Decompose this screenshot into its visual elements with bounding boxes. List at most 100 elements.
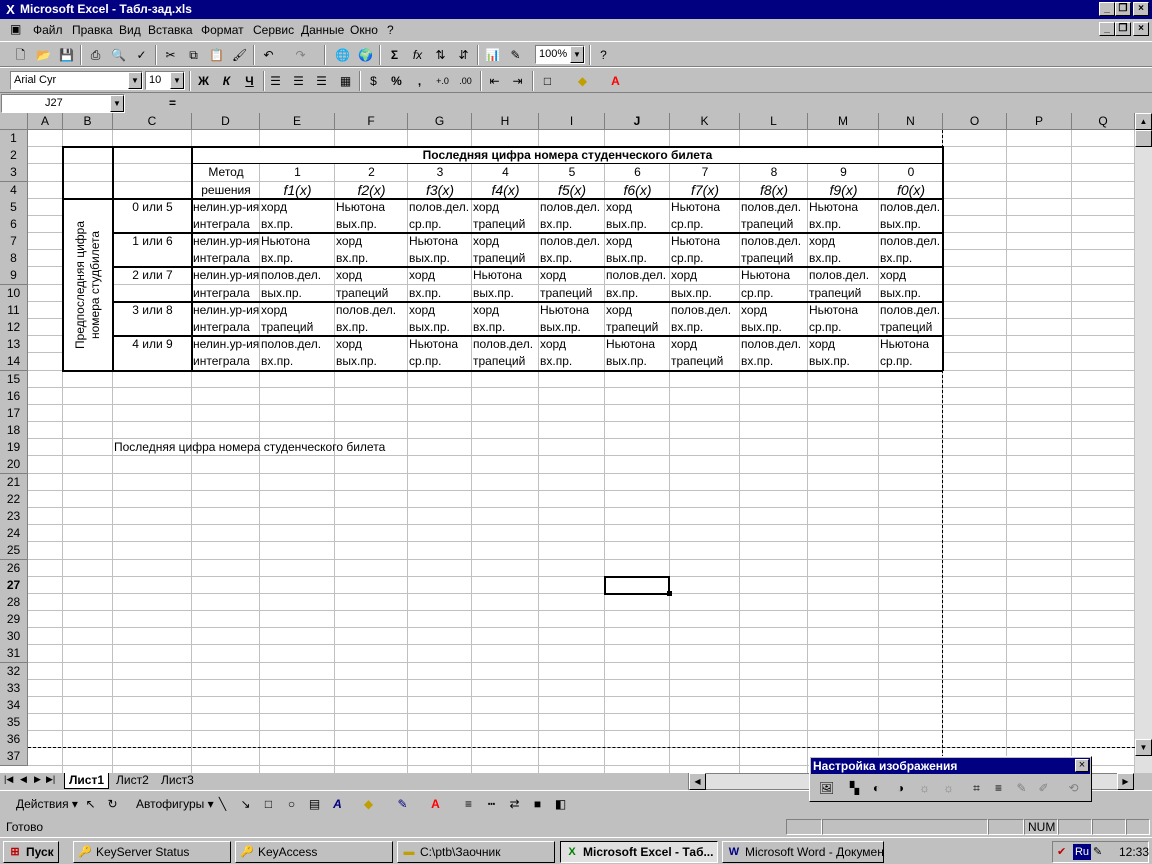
less-brightness-icon[interactable]: ☼ <box>938 778 959 798</box>
increase-decimal-icon[interactable]: +.0 <box>432 71 453 91</box>
tab-prev-icon[interactable]: ◀ <box>20 774 27 785</box>
row-header-5[interactable]: 5 <box>0 198 28 217</box>
row-header-7[interactable]: 7 <box>0 233 28 252</box>
row-header-13[interactable]: 13 <box>0 336 28 355</box>
menu-window[interactable]: Окно <box>350 23 378 37</box>
font-size-select[interactable]: 10 ▼ <box>145 71 185 90</box>
column-header-d[interactable]: D <box>192 113 260 130</box>
select-all-corner[interactable] <box>0 113 28 130</box>
oval-icon[interactable]: ○ <box>281 794 302 814</box>
menu-view[interactable]: Вид <box>119 23 141 37</box>
crop-icon[interactable]: ⌗ <box>966 778 987 798</box>
column-header-q[interactable]: Q <box>1072 113 1135 130</box>
worksheet-grid[interactable]: A B C D E F G H I J K L M N O P Q 1 2 3 4 5 6 7 8 9 10 11 12 13 14 15 16… <box>0 113 1135 773</box>
column-header-o[interactable]: O <box>943 113 1007 130</box>
sort-descending-icon[interactable]: ⇵ <box>453 45 474 65</box>
task-folder[interactable]: ▬ C:\ptb\Заочник <box>397 841 555 863</box>
row-header-9[interactable]: 9 <box>0 267 28 286</box>
autosum-icon[interactable]: Σ <box>384 45 405 65</box>
start-button[interactable]: ⊞ Пуск <box>3 841 59 863</box>
row-header-12[interactable]: 12 <box>0 318 28 337</box>
tray-pen-icon[interactable]: ✎ <box>1093 845 1102 858</box>
decrease-indent-icon[interactable]: ⇤ <box>484 71 505 91</box>
shadow-icon[interactable]: ■ <box>527 794 548 814</box>
comma-button[interactable]: , <box>409 71 430 91</box>
column-header-m[interactable]: M <box>808 113 879 130</box>
excel-app-icon[interactable]: X <box>3 2 18 17</box>
column-header-k[interactable]: K <box>670 113 740 130</box>
open-icon[interactable]: 📂 <box>33 45 54 65</box>
office-assistant-icon[interactable]: ? <box>593 45 614 65</box>
menu-format[interactable]: Формат <box>201 23 244 37</box>
column-header-j[interactable]: J <box>605 113 670 130</box>
row-header-31[interactable]: 31 <box>0 645 28 664</box>
insert-picture-icon[interactable]: 🖼 <box>816 778 837 798</box>
line-style-icon[interactable]: ≡ <box>458 794 479 814</box>
function-icon[interactable]: fx <box>407 45 428 65</box>
column-header-c[interactable]: C <box>113 113 192 130</box>
3d-icon[interactable]: ◧ <box>550 794 571 814</box>
drawing-icon[interactable]: ✎ <box>505 45 526 65</box>
line-style-icon[interactable]: ≡ <box>988 778 1009 798</box>
selected-cell-j27[interactable] <box>604 575 670 595</box>
document-icon[interactable]: ▣ <box>10 22 21 36</box>
close-button[interactable]: × <box>1133 2 1149 16</box>
language-indicator[interactable]: Ru <box>1073 844 1091 860</box>
task-excel[interactable]: X Microsoft Excel - Таб... <box>560 841 718 863</box>
image-control-icon[interactable]: ▚ <box>844 778 865 798</box>
doc-close-button[interactable]: × <box>1133 22 1149 36</box>
column-header-e[interactable]: E <box>260 113 335 130</box>
actions-menu[interactable]: Действия ▾ <box>16 797 78 811</box>
arrow-icon[interactable]: ↘ <box>235 794 256 814</box>
align-left-icon[interactable]: ☰ <box>265 71 286 91</box>
row-header-8[interactable]: 8 <box>0 250 28 269</box>
less-contrast-icon[interactable]: ◑ <box>890 778 911 798</box>
row-header-19[interactable]: 19 <box>0 439 28 458</box>
menu-tools[interactable]: Сервис <box>253 23 294 37</box>
row-header-14[interactable]: 14 <box>0 353 28 372</box>
scroll-right-icon[interactable]: ▶ <box>1117 773 1134 790</box>
row-header-18[interactable]: 18 <box>0 422 28 441</box>
bold-button[interactable]: Ж <box>193 71 214 91</box>
row-header-17[interactable]: 17 <box>0 404 28 423</box>
row-header-35[interactable]: 35 <box>0 714 28 733</box>
row-header-4[interactable]: 4 <box>0 181 28 200</box>
row-header-27[interactable]: 27 <box>0 576 28 595</box>
arrow-style-icon[interactable]: ⇄ <box>504 794 525 814</box>
format-painter-icon[interactable]: 🖌 <box>229 45 250 65</box>
row-header-21[interactable]: 21 <box>0 473 28 492</box>
scroll-left-icon[interactable]: ◀ <box>689 773 706 790</box>
scroll-thumb[interactable] <box>1135 130 1152 147</box>
row-header-37[interactable]: 37 <box>0 748 28 767</box>
column-header-l[interactable]: L <box>740 113 808 130</box>
copy-icon[interactable]: ⧉ <box>183 45 204 65</box>
picture-toolbar[interactable]: Настройка изображения × 🖼 ▚ ◐ ◑ ☼ ☼ ⌗ ≡ … <box>809 756 1092 802</box>
task-keyserver[interactable]: 🔑 KeyServer Status <box>73 841 231 863</box>
print-icon[interactable]: ⎙ <box>85 45 106 65</box>
chevron-down-icon[interactable]: ▼ <box>570 46 584 63</box>
column-header-f[interactable]: F <box>335 113 408 130</box>
column-header-n[interactable]: N <box>879 113 943 130</box>
scroll-up-icon[interactable]: ▲ <box>1135 113 1152 130</box>
chevron-down-icon[interactable]: ▼ <box>170 72 184 89</box>
currency-icon[interactable]: $ <box>363 71 384 91</box>
vertical-scrollbar[interactable]: ▲ ▼ <box>1135 113 1152 773</box>
row-header-3[interactable]: 3 <box>0 164 28 183</box>
tray-app-icon[interactable]: ✔ <box>1057 845 1066 858</box>
sort-ascending-icon[interactable]: ⇅ <box>430 45 451 65</box>
wordart-icon[interactable]: A <box>327 794 348 814</box>
tab-sheet2[interactable]: Лист2 <box>112 773 153 789</box>
column-header-i[interactable]: I <box>539 113 605 130</box>
merge-center-icon[interactable]: ▦ <box>335 71 356 91</box>
row-header-1[interactable]: 1 <box>0 130 28 148</box>
reset-picture-icon[interactable]: ⟲ <box>1063 778 1084 798</box>
dash-style-icon[interactable]: ┅ <box>481 794 502 814</box>
web-toolbar-icon[interactable]: 🌍 <box>355 45 376 65</box>
italic-button[interactable]: К <box>216 71 237 91</box>
formula-input[interactable] <box>184 94 1152 113</box>
tab-sheet3[interactable]: Лист3 <box>157 773 198 789</box>
set-transparent-color-icon[interactable]: ✐ <box>1033 778 1054 798</box>
borders-icon[interactable]: □ <box>537 71 558 91</box>
palette-close-button[interactable]: × <box>1075 759 1089 772</box>
undo-icon[interactable]: ↶ <box>258 45 279 65</box>
